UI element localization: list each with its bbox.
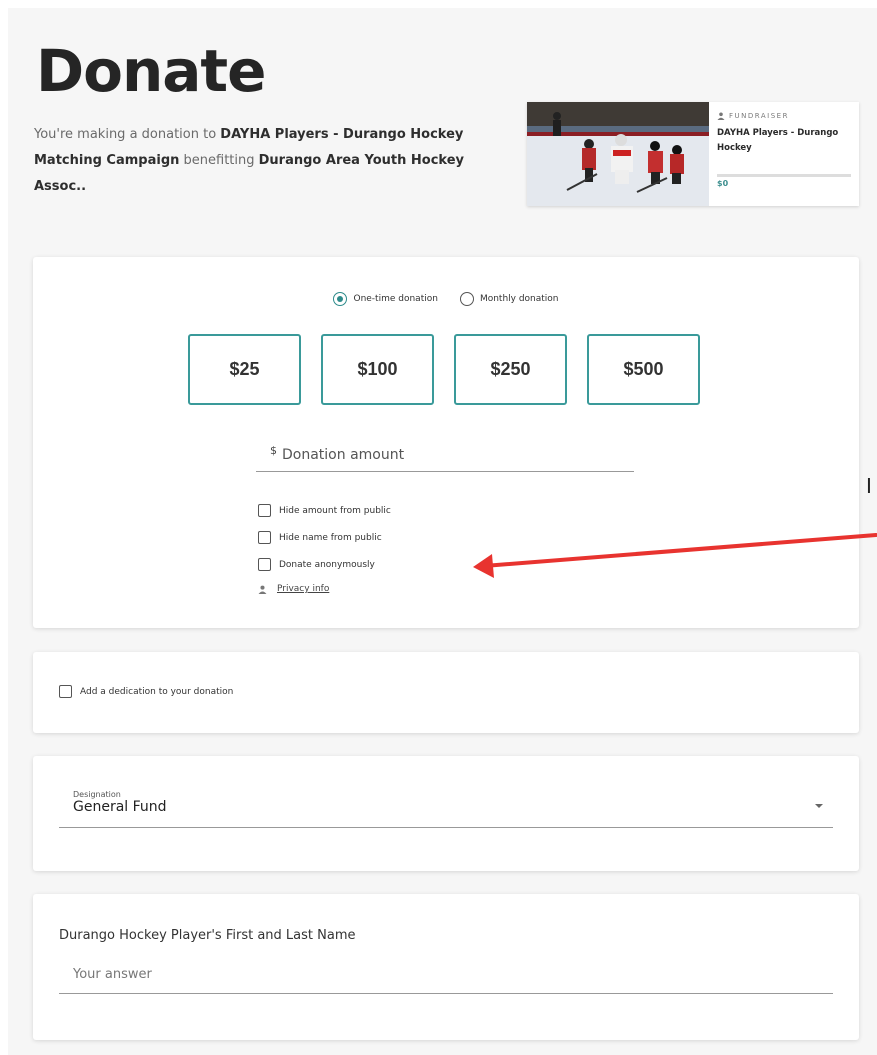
hide-amount-option[interactable]: Hide amount from public — [258, 497, 391, 524]
privacy-info-link[interactable]: Privacy info — [277, 584, 329, 594]
person-icon — [717, 112, 725, 120]
dedication-checkbox[interactable] — [59, 685, 72, 698]
fundraiser-amount: $0 — [717, 179, 729, 188]
anonymous-option[interactable]: Donate anonymously — [258, 551, 391, 578]
amount-options: $25 $100 $250 $500 — [188, 334, 700, 405]
fundraiser-name: DAYHA Players - Durango Hockey — [717, 128, 839, 153]
currency-symbol: $ — [270, 444, 277, 457]
player-name-card: Durango Hockey Player's First and Last N… — [33, 894, 859, 1040]
dedication-option[interactable]: Add a dedication to your donation — [59, 685, 233, 698]
donation-amount-input[interactable]: $ Donation amount — [256, 438, 634, 472]
hide-name-option[interactable]: Hide name from public — [258, 524, 391, 551]
intro-prefix: You're making a donation to — [34, 127, 221, 142]
frequency-selector: One-time donation Monthly donation — [33, 292, 859, 306]
dedication-label: Add a dedication to your donation — [80, 686, 234, 697]
monthly-option[interactable]: Monthly donation — [459, 292, 559, 306]
monthly-label: Monthly donation — [479, 294, 559, 304]
hide-amount-checkbox[interactable] — [258, 504, 271, 517]
one-time-option[interactable]: One-time donation — [333, 292, 438, 306]
annotation-text: I — [866, 474, 872, 498]
designation-select[interactable]: Designation General Fund — [59, 782, 833, 828]
person-icon — [258, 585, 267, 594]
anonymous-label: Donate anonymously — [279, 559, 375, 570]
player-name-field — [59, 956, 833, 994]
donation-intro: You're making a donation to DAYHA Player… — [34, 122, 474, 200]
dedication-card: Add a dedication to your donation — [33, 652, 859, 733]
fundraiser-info: FUNDRAISER DAYHA Players - Durango Hocke… — [709, 102, 859, 206]
donation-amount-placeholder: Donation amount — [282, 446, 405, 463]
privacy-options: Hide amount from public Hide name from p… — [258, 497, 391, 594]
amount-button-100[interactable]: $100 — [321, 334, 434, 405]
player-name-input[interactable] — [59, 956, 833, 993]
designation-label: Designation — [73, 790, 121, 799]
fundraiser-photo — [527, 102, 709, 206]
page-title: Donate — [36, 37, 266, 105]
fundraiser-card[interactable]: FUNDRAISER DAYHA Players - Durango Hocke… — [527, 102, 859, 206]
player-name-question: Durango Hockey Player's First and Last N… — [59, 928, 356, 943]
privacy-info[interactable]: Privacy info — [258, 584, 391, 594]
amount-button-25[interactable]: $25 — [188, 334, 301, 405]
fundraiser-progress-bar — [717, 174, 851, 177]
fundraiser-tag-label: FUNDRAISER — [729, 112, 789, 120]
dropdown-caret-icon[interactable] — [815, 804, 823, 808]
annotation-arrow — [473, 533, 877, 578]
designation-card: Designation General Fund — [33, 756, 859, 871]
designation-value: General Fund — [73, 799, 167, 815]
hide-name-checkbox[interactable] — [258, 531, 271, 544]
one-time-radio[interactable] — [333, 292, 348, 306]
hide-amount-label: Hide amount from public — [279, 505, 391, 516]
amount-button-500[interactable]: $500 — [587, 334, 700, 405]
intro-mid: benefitting — [179, 153, 259, 168]
one-time-label: One-time donation — [353, 294, 438, 304]
anonymous-checkbox[interactable] — [258, 558, 271, 571]
amount-button-250[interactable]: $250 — [454, 334, 567, 405]
monthly-radio[interactable] — [459, 292, 474, 306]
fundraiser-tag: FUNDRAISER — [717, 112, 851, 120]
hide-name-label: Hide name from public — [279, 532, 382, 543]
